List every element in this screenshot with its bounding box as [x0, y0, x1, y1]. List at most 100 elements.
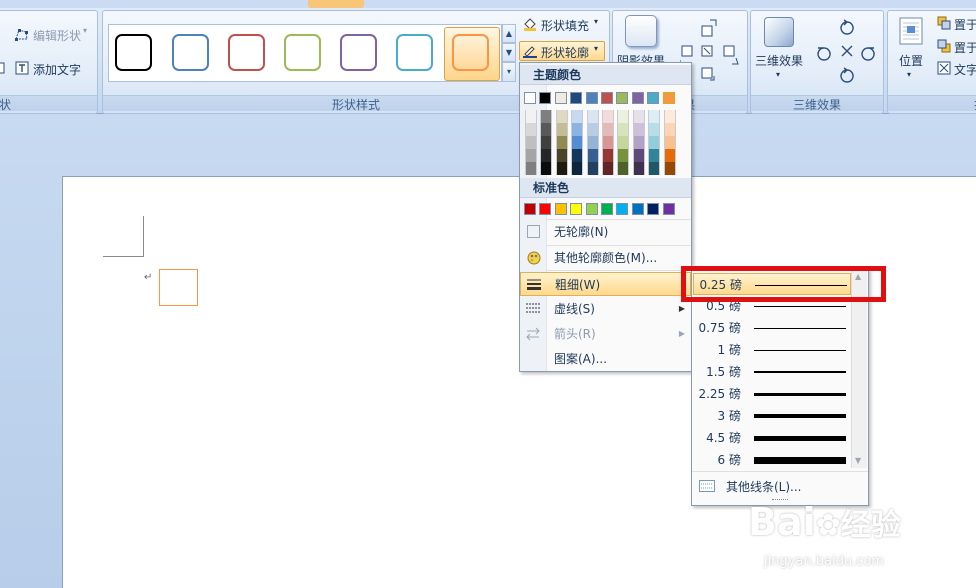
theme-tint-swatch[interactable]: [617, 149, 630, 162]
theme-tint-swatch[interactable]: [555, 149, 568, 162]
theme-color-swatch[interactable]: [539, 92, 552, 104]
style-swatch-orange[interactable]: [452, 34, 489, 71]
theme-tint-swatch[interactable]: [540, 110, 553, 123]
theme-tint-swatch[interactable]: [525, 123, 537, 136]
theme-tint-swatch[interactable]: [571, 149, 584, 162]
shape-fill-button[interactable]: 形状填充: [541, 17, 589, 34]
shape-outline-button[interactable]: 形状轮廓 ▾: [519, 41, 605, 61]
theme-tint-swatch[interactable]: [571, 136, 584, 149]
theme-tint-swatch[interactable]: [571, 123, 584, 136]
standard-color-swatch[interactable]: [570, 203, 583, 215]
active-tab[interactable]: [308, 0, 364, 8]
theme-color-swatch[interactable]: [616, 92, 629, 104]
more-lines-item[interactable]: 其他线条(L)...: [693, 474, 867, 498]
theme-tint-swatch[interactable]: [663, 110, 676, 123]
theme-color-swatch[interactable]: [601, 92, 613, 104]
theme-tint-swatch[interactable]: [648, 123, 661, 136]
theme-color-swatch[interactable]: [570, 92, 583, 104]
theme-tint-swatch[interactable]: [540, 136, 553, 149]
style-swatch-blue[interactable]: [172, 34, 209, 71]
add-text-button[interactable]: 添加文字: [33, 61, 81, 78]
theme-tint-swatch[interactable]: [525, 162, 537, 175]
theme-tint-swatch[interactable]: [632, 123, 645, 136]
theme-color-swatch[interactable]: [647, 92, 660, 104]
style-swatch-black[interactable]: [115, 34, 152, 71]
theme-tint-swatch[interactable]: [648, 162, 661, 175]
theme-tint-swatch[interactable]: [632, 162, 645, 175]
selected-shape[interactable]: [159, 269, 198, 306]
style-swatch-aqua[interactable]: [396, 34, 433, 71]
theme-tint-swatch[interactable]: [632, 136, 645, 149]
theme-tint-swatch[interactable]: [617, 136, 630, 149]
3d-effects-button[interactable]: 三维效果: [755, 52, 803, 69]
theme-color-swatch[interactable]: [554, 92, 567, 104]
line-weight-option[interactable]: 2.25 磅: [693, 383, 851, 405]
theme-tint-swatch[interactable]: [586, 110, 599, 123]
theme-color-swatch[interactable]: [631, 92, 644, 104]
theme-tint-swatch[interactable]: [555, 136, 568, 149]
theme-tint-swatch[interactable]: [602, 149, 614, 162]
shadow-effects-icon[interactable]: [625, 15, 657, 47]
theme-tint-swatch[interactable]: [555, 123, 568, 136]
more-outline-colors-item[interactable]: 其他轮廓颜色(M)...: [520, 246, 691, 270]
theme-tint-swatch[interactable]: [617, 162, 630, 175]
position-button[interactable]: 位置: [899, 52, 923, 69]
3d-tilt-icons[interactable]: [816, 18, 878, 84]
theme-tint-swatch[interactable]: [648, 110, 661, 123]
edit-shape-dropdown-icon[interactable]: ▾: [83, 26, 87, 35]
gallery-scroll-down-button[interactable]: ▼: [502, 43, 516, 62]
style-swatch-green[interactable]: [284, 34, 321, 71]
theme-tint-swatch[interactable]: [540, 123, 553, 136]
theme-tint-swatch[interactable]: [525, 136, 537, 149]
gallery-more-button[interactable]: ▾: [502, 62, 516, 82]
theme-tint-swatch[interactable]: [555, 110, 568, 123]
3d-effects-icon[interactable]: [764, 17, 794, 47]
theme-tint-swatch[interactable]: [663, 136, 676, 149]
theme-tint-swatch[interactable]: [525, 110, 537, 123]
bring-forward-button[interactable]: 置于: [954, 16, 976, 33]
theme-tint-swatch[interactable]: [571, 162, 584, 175]
theme-tint-swatch[interactable]: [648, 149, 661, 162]
position-dropdown-icon[interactable]: ▾: [907, 70, 911, 79]
theme-tint-swatch[interactable]: [632, 110, 645, 123]
standard-color-swatch[interactable]: [585, 203, 598, 215]
weight-item[interactable]: 粗细(W): [520, 272, 691, 296]
standard-color-swatch[interactable]: [524, 203, 536, 215]
theme-tint-swatch[interactable]: [617, 110, 630, 123]
theme-tint-swatch[interactable]: [555, 162, 568, 175]
theme-tint-swatch[interactable]: [525, 149, 537, 162]
line-weight-option[interactable]: 4.5 磅: [693, 427, 851, 449]
theme-tint-swatch[interactable]: [602, 162, 614, 175]
line-weight-option[interactable]: 3 磅: [693, 405, 851, 427]
theme-color-swatch[interactable]: [524, 92, 536, 104]
theme-tint-swatch[interactable]: [586, 162, 599, 175]
theme-tint-swatch[interactable]: [571, 110, 584, 123]
line-weight-option[interactable]: 0.75 磅: [693, 317, 851, 339]
theme-tint-swatch[interactable]: [602, 110, 614, 123]
shape-fill-dropdown-icon[interactable]: ▾: [594, 17, 598, 26]
3d-effects-dropdown-icon[interactable]: ▾: [776, 70, 780, 79]
gallery-scroll-up-button[interactable]: ▲: [502, 24, 516, 43]
text-wrap-button[interactable]: 文字: [954, 61, 976, 78]
theme-tint-swatch[interactable]: [602, 136, 614, 149]
standard-color-swatch[interactable]: [616, 203, 629, 215]
theme-tint-swatch[interactable]: [663, 149, 676, 162]
pattern-item[interactable]: 图案(A)...: [520, 347, 691, 371]
shape-style-gallery[interactable]: [108, 24, 502, 82]
theme-tint-swatch[interactable]: [617, 123, 630, 136]
no-outline-item[interactable]: 无轮廓(N): [520, 220, 691, 244]
theme-tint-swatch[interactable]: [663, 162, 676, 175]
theme-tint-swatch[interactable]: [586, 123, 599, 136]
style-swatch-purple[interactable]: [340, 34, 377, 71]
standard-color-swatch[interactable]: [601, 203, 613, 215]
theme-tint-swatch[interactable]: [540, 162, 553, 175]
scroll-down-arrow-icon[interactable]: ▼: [855, 456, 861, 465]
line-weight-option[interactable]: 1.5 磅: [693, 361, 851, 383]
standard-color-swatch[interactable]: [647, 203, 660, 215]
theme-color-swatch[interactable]: [662, 92, 675, 104]
standard-color-swatch[interactable]: [554, 203, 567, 215]
edit-shape-button[interactable]: 编辑形状: [33, 27, 81, 44]
theme-tint-swatch[interactable]: [648, 136, 661, 149]
ribbon-tab-strip[interactable]: [0, 0, 976, 8]
line-weight-option[interactable]: 6 磅: [693, 449, 851, 471]
